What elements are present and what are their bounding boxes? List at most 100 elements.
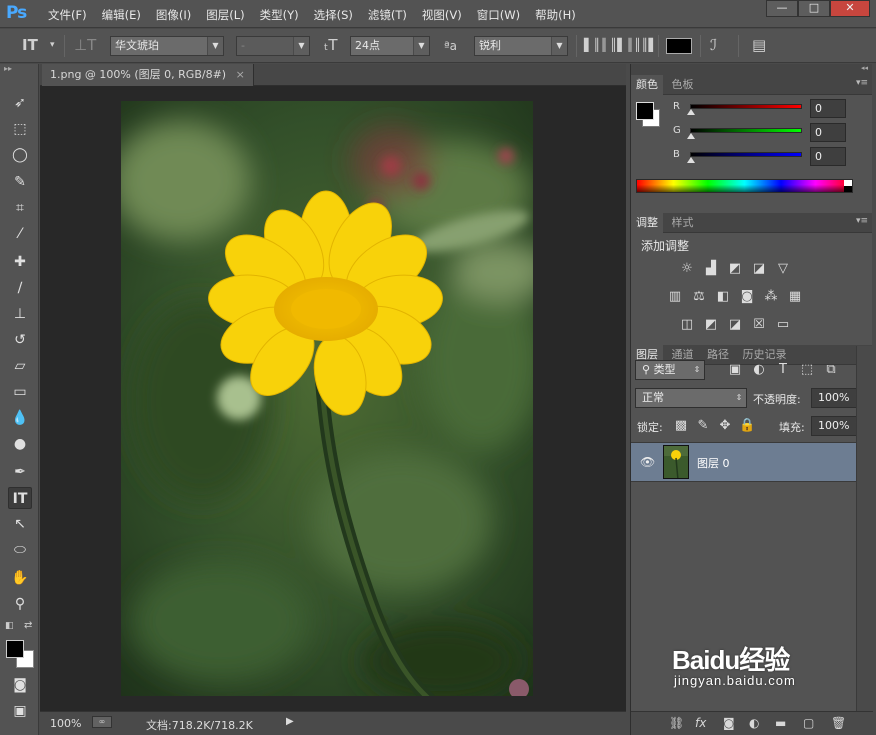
color-balance-icon[interactable]: ⚖ <box>691 289 707 305</box>
green-knob[interactable] <box>687 133 695 139</box>
tab-adjustments[interactable]: 调整 <box>631 213 663 233</box>
menu-filter[interactable]: 滤镜(T) <box>368 7 407 23</box>
menu-edit[interactable]: 编辑(E) <box>102 7 141 23</box>
visibility-eye-icon[interactable]: 👁 <box>640 455 655 469</box>
panel-foreground-color[interactable] <box>636 102 654 120</box>
blue-slider[interactable]: B 0 <box>673 147 855 167</box>
flower-photo[interactable] <box>121 101 533 696</box>
rect-marquee-icon[interactable]: ⬚ <box>8 118 32 140</box>
zoom-level[interactable]: 100% <box>50 717 81 730</box>
link-layers-icon[interactable]: ⛓ <box>669 716 684 730</box>
type-tool-preset-icon[interactable]: ⅠT <box>22 36 38 54</box>
menu-file[interactable]: 文件(F) <box>48 7 87 23</box>
green-value[interactable]: 0 <box>810 123 846 142</box>
posterize-icon[interactable]: ◩ <box>703 317 719 333</box>
document-tab[interactable]: 1.png @ 100% (图层 0, RGB/8#) × <box>42 64 254 86</box>
maximize-button[interactable]: □ <box>798 0 830 17</box>
menu-image[interactable]: 图像(I) <box>156 7 191 23</box>
character-panel-icon[interactable]: ▤ <box>752 36 766 54</box>
history-brush-icon[interactable]: ↺ <box>8 329 32 351</box>
antialias-select[interactable]: 锐利 ▼ <box>474 36 568 56</box>
green-track[interactable] <box>690 128 802 133</box>
pen-icon[interactable]: ✒ <box>8 461 32 483</box>
filter-type-icon[interactable]: T <box>775 362 791 378</box>
chevron-down-icon[interactable]: ▾ <box>50 40 55 50</box>
exposure-icon[interactable]: ◪ <box>751 261 767 277</box>
tab-swatches[interactable]: 色板 <box>667 75 699 95</box>
new-layer-icon[interactable]: ▢ <box>803 716 814 730</box>
menu-select[interactable]: 选择(S) <box>314 7 353 23</box>
threshold-icon[interactable]: ◪ <box>727 317 743 333</box>
collapse-icon[interactable]: ▸▸ <box>0 64 38 76</box>
curves-icon[interactable]: ◩ <box>727 261 743 277</box>
gradient-icon[interactable]: ▭ <box>8 381 32 403</box>
lasso-icon[interactable]: ◯ <box>8 144 32 166</box>
panel-menu-icon[interactable]: ▾≡ <box>856 216 868 226</box>
zoom-icon[interactable]: ⚲ <box>8 593 32 615</box>
menu-help[interactable]: 帮助(H) <box>535 7 576 23</box>
new-adjustment-icon[interactable]: ◐ <box>749 716 759 730</box>
menu-window[interactable]: 窗口(W) <box>477 7 520 23</box>
invert-icon[interactable]: ◫ <box>679 317 695 333</box>
blue-value[interactable]: 0 <box>810 147 846 166</box>
align-right-icon[interactable]: ║║▌ <box>634 38 658 52</box>
color-lookup-icon[interactable]: ▦ <box>787 289 803 305</box>
brush-icon[interactable]: ∕ <box>8 277 32 299</box>
channel-mixer-icon[interactable]: ⁂ <box>763 289 779 305</box>
layer-style-icon[interactable]: fx <box>695 716 706 730</box>
filter-adjustment-icon[interactable]: ◐ <box>751 362 767 378</box>
layer-filter-select[interactable]: ⚲ 类型 ⇕ <box>635 360 705 380</box>
move-icon[interactable]: ➶ <box>8 92 32 114</box>
blend-mode-select[interactable]: 正常 ⇕ <box>635 388 747 408</box>
filter-shape-icon[interactable]: ⬚ <box>799 362 815 378</box>
font-style-select[interactable]: - ▼ <box>236 36 310 56</box>
align-left-icon[interactable]: ▌║║ <box>584 38 608 52</box>
default-colors-icon[interactable]: ◧ <box>5 621 14 631</box>
layer-name[interactable]: 图层 0 <box>697 455 730 471</box>
crop-icon[interactable]: ⌗ <box>8 197 32 219</box>
eyedropper-icon[interactable]: ⁄ <box>8 223 32 245</box>
status-menu-arrow-icon[interactable]: ▶ <box>286 716 294 727</box>
red-slider[interactable]: R 0 <box>673 99 855 119</box>
minimize-button[interactable]: — <box>766 0 798 17</box>
layers-scrollbar[interactable] <box>856 346 872 711</box>
status-preview-icon[interactable]: ∞ <box>92 716 112 728</box>
blur-icon[interactable]: 💧 <box>8 407 32 429</box>
ellipse-icon[interactable]: ⬭ <box>8 539 32 561</box>
tab-styles[interactable]: 样式 <box>667 213 699 233</box>
brightness-contrast-icon[interactable]: ☼ <box>679 261 695 277</box>
red-track[interactable] <box>690 104 802 109</box>
dock-collapse-icon[interactable]: ◂◂ <box>631 64 872 75</box>
photo-filter-icon[interactable]: ◙ <box>739 289 755 305</box>
quick-mask-icon[interactable]: ◙ <box>8 674 32 696</box>
menu-layer[interactable]: 图层(L) <box>206 7 244 23</box>
foreground-color-swatch[interactable] <box>6 640 24 658</box>
document-canvas[interactable] <box>40 86 626 711</box>
type-icon[interactable]: ⅠT <box>8 487 32 509</box>
text-color-swatch[interactable] <box>666 38 692 54</box>
screen-mode-icon[interactable]: ▣ <box>8 700 32 722</box>
spectrum-black[interactable] <box>844 186 852 192</box>
eraser-icon[interactable]: ▱ <box>8 355 32 377</box>
close-button[interactable]: ✕ <box>830 0 870 17</box>
menu-type[interactable]: 类型(Y) <box>260 7 299 23</box>
quick-select-icon[interactable]: ✎ <box>8 171 32 193</box>
add-mask-icon[interactable]: ◙ <box>723 716 735 730</box>
dodge-icon[interactable]: ● <box>8 433 32 455</box>
red-knob[interactable] <box>687 109 695 115</box>
layer-row[interactable]: 👁 图层 0 <box>631 442 857 482</box>
path-select-icon[interactable]: ↖ <box>8 513 32 535</box>
clone-stamp-icon[interactable]: ⊥ <box>8 303 32 325</box>
blue-track[interactable] <box>690 152 802 157</box>
warp-text-icon[interactable]: ℐ <box>710 36 717 54</box>
trash-icon[interactable]: 🗑 <box>831 716 846 730</box>
gradient-map-icon[interactable]: ▭ <box>775 317 791 333</box>
blue-knob[interactable] <box>687 157 695 163</box>
font-size-select[interactable]: 24点 ▼ <box>350 36 430 56</box>
align-center-icon[interactable]: ║▌║ <box>610 38 634 52</box>
toggle-orientation-icon[interactable]: ⊥T <box>74 36 96 54</box>
selective-color-icon[interactable]: ☒ <box>751 317 767 333</box>
levels-icon[interactable]: ▟ <box>703 261 719 277</box>
layer-thumbnail[interactable] <box>663 445 689 479</box>
hand-icon[interactable]: ✋ <box>8 567 32 589</box>
